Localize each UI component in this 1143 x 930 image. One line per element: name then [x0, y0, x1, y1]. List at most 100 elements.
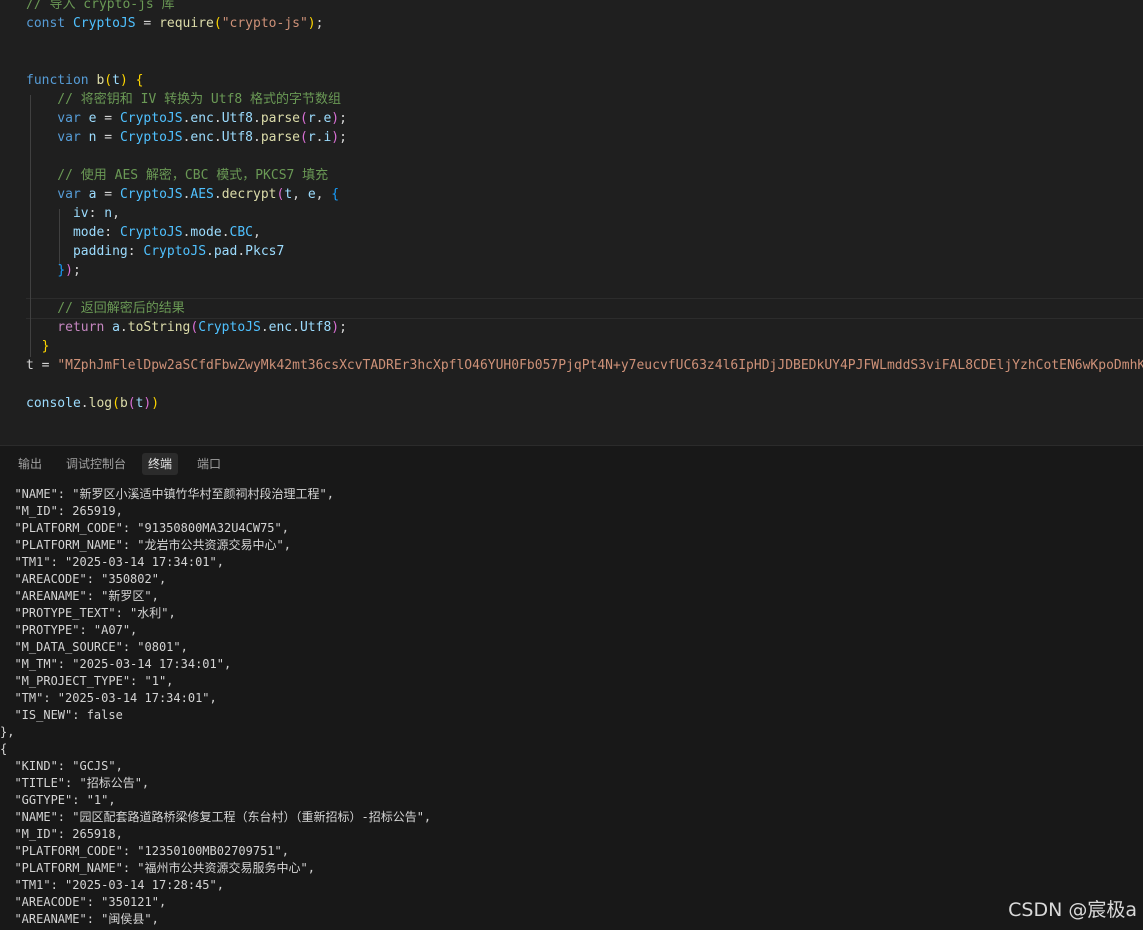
- terminal-line: "NAME": "新罗区小溪适中镇竹华村至颜祠村段治理工程",: [0, 487, 334, 501]
- code-token: .: [260, 320, 269, 335]
- code-token: .: [213, 111, 222, 126]
- tab-output[interactable]: 输出: [12, 453, 48, 475]
- watermark: CSDN @宸极a: [1008, 899, 1137, 921]
- code-token: ): [331, 111, 340, 126]
- code-token: (: [127, 396, 136, 411]
- terminal-line: "NAME": "园区配套路道路桥梁修复工程（东台村）（重新招标）-招标公告",: [0, 810, 432, 824]
- code-token: require: [159, 16, 214, 31]
- code-token: (: [299, 111, 308, 126]
- code-line: // 返回解密后的结果: [26, 299, 185, 318]
- code-token: enc: [190, 130, 214, 145]
- code-line: }: [26, 337, 50, 356]
- code-token: t =: [26, 358, 58, 373]
- terminal-line: "M_TM": "2025-03-14 17:34:01",: [0, 657, 232, 671]
- code-editor[interactable]: // 导入 crypto-js 库 const CryptoJS = requir…: [0, 0, 1143, 445]
- code-token: .: [253, 111, 261, 126]
- terminal-line: "AREACODE": "350802",: [0, 572, 167, 586]
- code-token: }: [41, 339, 50, 354]
- terminal-line: "IS_NEW": false: [0, 708, 123, 722]
- code-token: Utf8: [221, 111, 254, 126]
- code-token: t: [112, 73, 120, 88]
- code-token: .: [206, 244, 214, 259]
- code-token: :: [127, 244, 144, 259]
- code-token: parse: [260, 111, 300, 126]
- code-token: // 返回解密后的结果: [26, 301, 185, 316]
- code-line: // 使用 AES 解密，CBC 模式，PKCS7 填充: [26, 166, 328, 185]
- code-token: .: [221, 225, 230, 240]
- code-token: :: [104, 225, 120, 240]
- code-token: ): [65, 263, 73, 278]
- terminal-line: "PLATFORM_CODE": "12350100MB02709751",: [0, 844, 289, 858]
- code-token: return: [26, 320, 113, 335]
- code-line: });: [26, 261, 81, 280]
- tab-ports[interactable]: 端口: [191, 453, 227, 475]
- code-token: a: [112, 320, 120, 335]
- code-line: const CryptoJS = require("crypto-js");: [26, 14, 323, 33]
- code-token: enc: [268, 320, 293, 335]
- terminal-line: "TITLE": "招标公告",: [0, 776, 150, 790]
- code-token: var: [26, 187, 89, 202]
- code-line: function b(t) {: [26, 71, 143, 90]
- terminal-line: "AREANAME": "闽侯县",: [0, 912, 159, 926]
- code-token: (: [112, 396, 120, 411]
- code-line: mode: CryptoJS.mode.CBC,: [26, 223, 261, 242]
- code-token: // 使用 AES 解密，CBC 模式，PKCS7 填充: [26, 168, 329, 183]
- code-token: .: [253, 130, 261, 145]
- panel-tab-bar: 输出 调试控制台 终端 端口: [0, 446, 1143, 480]
- code-line: var a = CryptoJS.AES.decrypt(t, e, {: [26, 185, 339, 204]
- code-token: n: [104, 206, 113, 221]
- code-token: (: [104, 73, 113, 88]
- code-token: CBC: [229, 225, 254, 240]
- code-token: ): [307, 16, 316, 31]
- terminal-line: "PLATFORM_CODE": "91350800MA32U4CW75",: [0, 521, 289, 535]
- terminal-line: "KIND": "GCJS",: [0, 759, 123, 773]
- terminal-line: "TM": "2025-03-14 17:34:01",: [0, 691, 217, 705]
- code-token: ,: [112, 206, 120, 221]
- code-token: var: [26, 111, 89, 126]
- code-line: padding: CryptoJS.pad.Pkcs7: [26, 242, 284, 261]
- code-token: ): [151, 396, 160, 411]
- code-line: t = "MZphJmFlelDpw2aSCfdFbwZwyMk42mt36cs…: [26, 356, 1143, 375]
- code-token: CryptoJS: [198, 320, 261, 335]
- code-token: Pkcs7: [245, 244, 285, 259]
- current-line-highlight: [26, 298, 1143, 319]
- terminal-line: "AREACODE": "350121",: [0, 895, 167, 909]
- code-token: ;: [72, 263, 81, 278]
- code-token: ): [331, 130, 340, 145]
- code-token: enc: [190, 111, 214, 126]
- terminal-output[interactable]: "NAME": "新罗区小溪适中镇竹华村至颜祠村段治理工程", "M_ID": …: [0, 480, 1143, 930]
- tab-terminal[interactable]: 终端: [142, 453, 179, 475]
- code-token: ): [331, 320, 340, 335]
- code-line: // 将密钥和 IV 转换为 Utf8 格式的字节数组: [26, 90, 341, 109]
- code-token: ,: [253, 225, 261, 240]
- code-token: =: [96, 130, 120, 145]
- code-token: =: [135, 16, 160, 31]
- code-token: // 导入 crypto-js 库: [26, 0, 175, 12]
- code-token: var: [26, 130, 89, 145]
- code-token: .: [119, 320, 128, 335]
- code-token: Utf8: [299, 320, 332, 335]
- code-token: =: [96, 111, 120, 126]
- terminal-line: "GGTYPE": "1",: [0, 793, 116, 807]
- code-token: (: [299, 130, 308, 145]
- code-token: "MZphJmFlelDpw2aSCfdFbwZwyMk42mt36csXcvT…: [57, 358, 1143, 373]
- code-token: b: [119, 396, 128, 411]
- code-token: pad: [213, 244, 238, 259]
- code-token: "crypto-js": [221, 16, 308, 31]
- code-token: =: [96, 187, 120, 202]
- terminal-line: {: [0, 742, 8, 756]
- code-token: ,: [315, 187, 332, 202]
- tab-debug-console[interactable]: 调试控制台: [60, 453, 132, 475]
- code-token: ;: [315, 16, 324, 31]
- terminal-line: },: [0, 725, 15, 739]
- code-token: .: [237, 244, 246, 259]
- code-token: CryptoJS: [143, 244, 207, 259]
- code-token: ,: [292, 187, 308, 202]
- code-token: (: [213, 16, 222, 31]
- code-token: r: [307, 130, 316, 145]
- terminal-line: "M_DATA_SOURCE": "0801",: [0, 640, 188, 654]
- code-line: console.log(b(t)): [26, 394, 159, 413]
- code-token: function: [26, 73, 97, 88]
